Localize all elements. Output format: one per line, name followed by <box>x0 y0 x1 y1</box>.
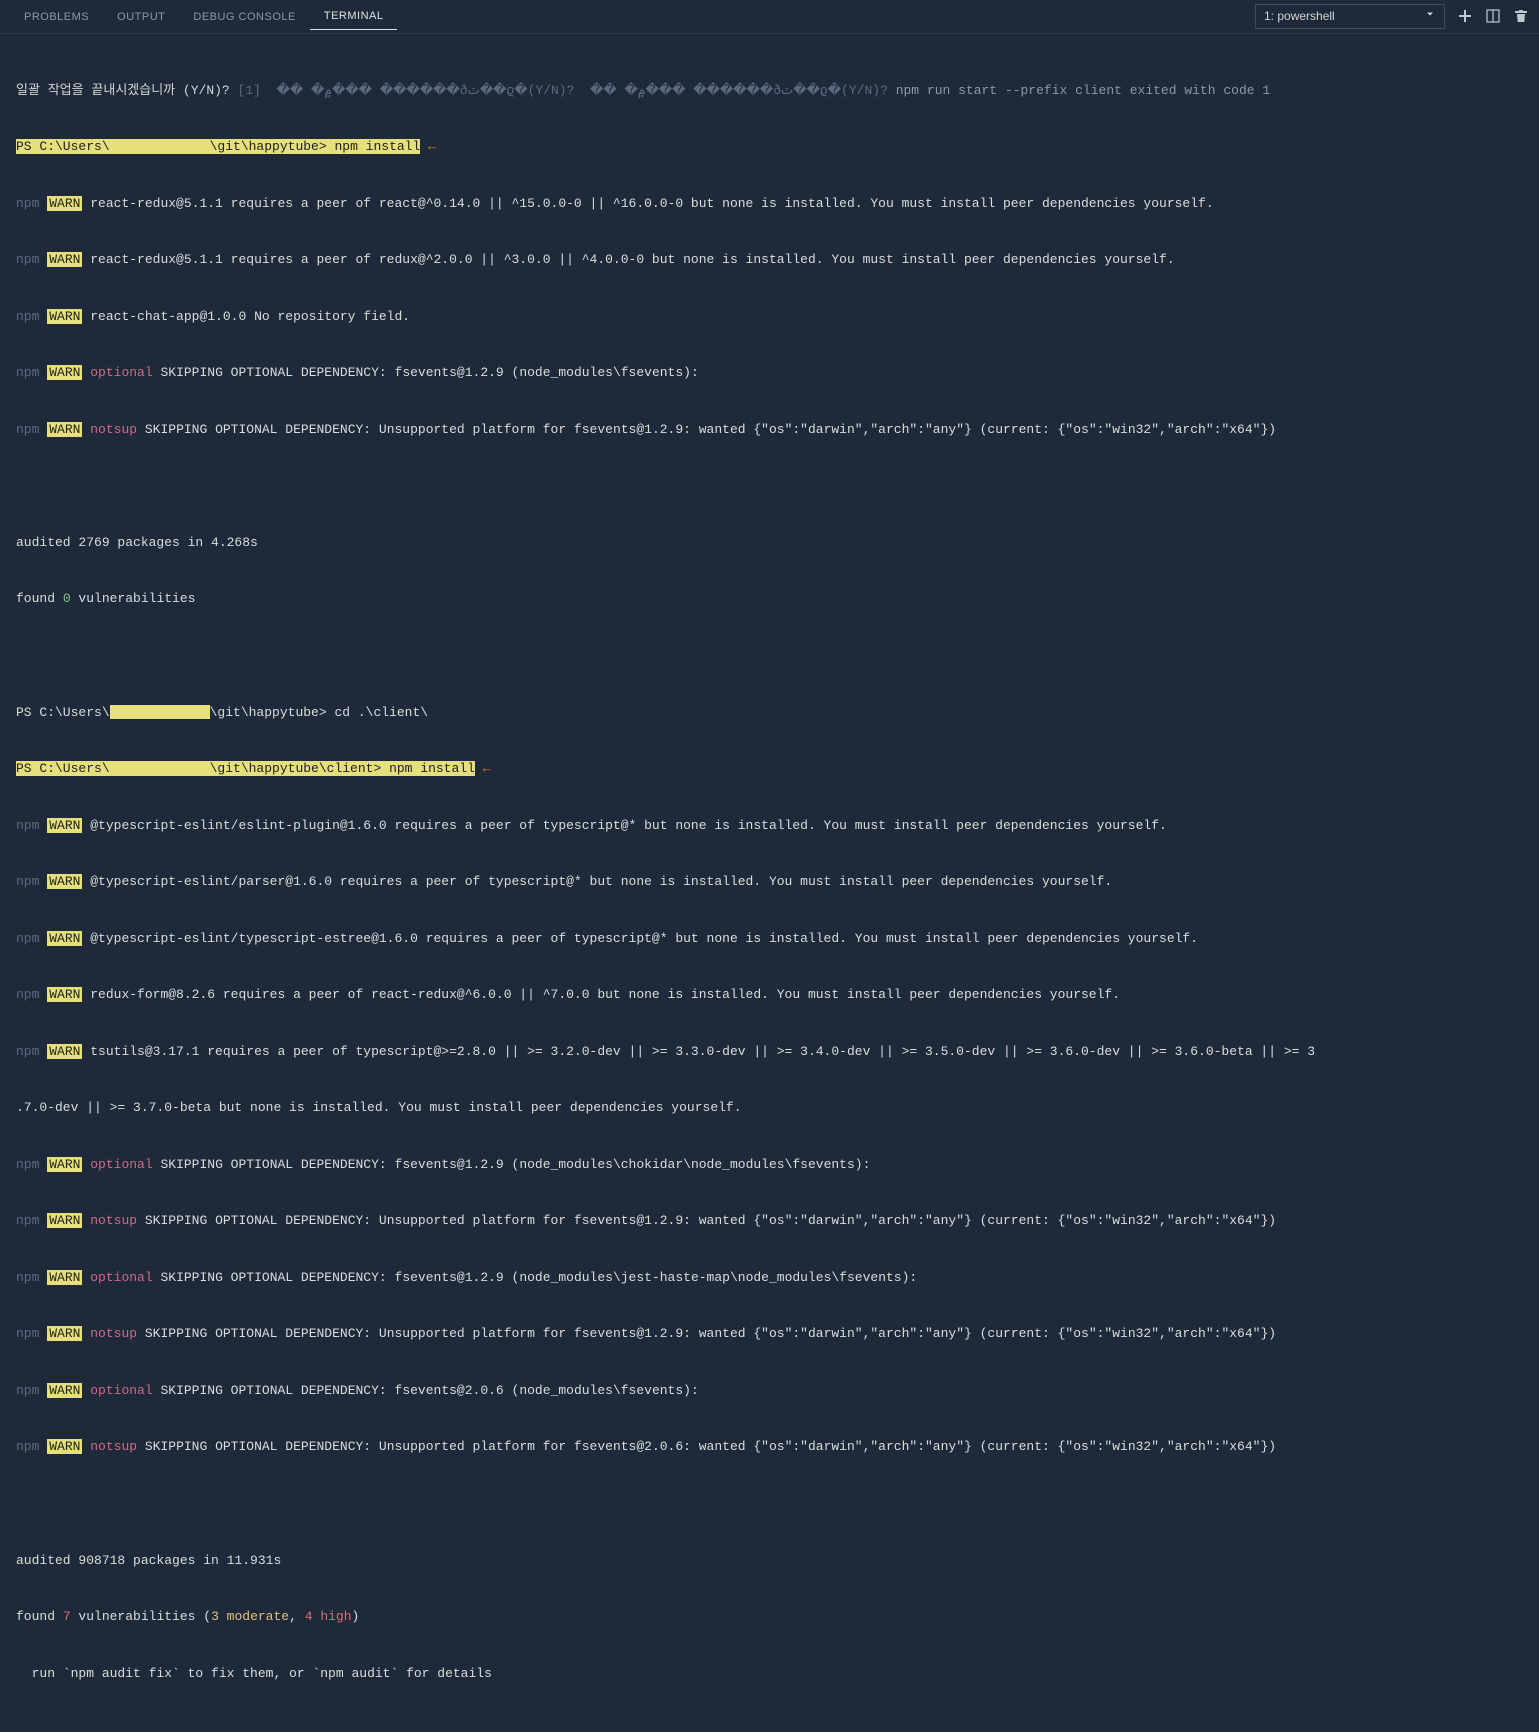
tab-problems[interactable]: PROBLEMS <box>10 4 103 30</box>
prompt-3: PS C:\Users\\git\happytube\client> npm i… <box>16 761 475 776</box>
arrow-icon: ← <box>483 761 491 776</box>
prompt-1: PS C:\Users\\git\happytube> npm install <box>16 139 420 154</box>
tab-debug-console[interactable]: DEBUG CONSOLE <box>179 4 309 30</box>
arrow-icon: ← <box>428 139 436 154</box>
terminal-output[interactable]: 일괄 작업을 끝내시겠습니까 (Y/N)? [1] �� �۾��� �����… <box>0 34 1539 1732</box>
new-terminal-icon[interactable] <box>1457 8 1473 24</box>
korean-prompt: 일괄 작업을 끝내시겠습니까 (Y/N)? <box>16 83 230 98</box>
exit-message: npm run start --prefix client exited wit… <box>896 83 1270 98</box>
terminal-dropdown[interactable]: 1: powershell <box>1255 4 1445 29</box>
chevron-down-icon <box>1424 8 1436 25</box>
split-terminal-icon[interactable] <box>1485 8 1501 24</box>
tab-output[interactable]: OUTPUT <box>103 4 179 30</box>
trash-icon[interactable] <box>1513 8 1529 24</box>
garbled-text: [1] �� �۾��� ������ðٽ��ϱ�(Y/N)? �� �۾���… <box>238 83 888 98</box>
panel-tabs: PROBLEMS OUTPUT DEBUG CONSOLE TERMINAL 1… <box>0 0 1539 34</box>
tab-terminal[interactable]: TERMINAL <box>310 3 398 30</box>
prompt-2: PS C:\Users\\git\happytube> cd .\client\ <box>16 704 1523 723</box>
terminal-toolbar: 1: powershell <box>1255 4 1529 29</box>
terminal-dropdown-label: 1: powershell <box>1264 8 1335 25</box>
